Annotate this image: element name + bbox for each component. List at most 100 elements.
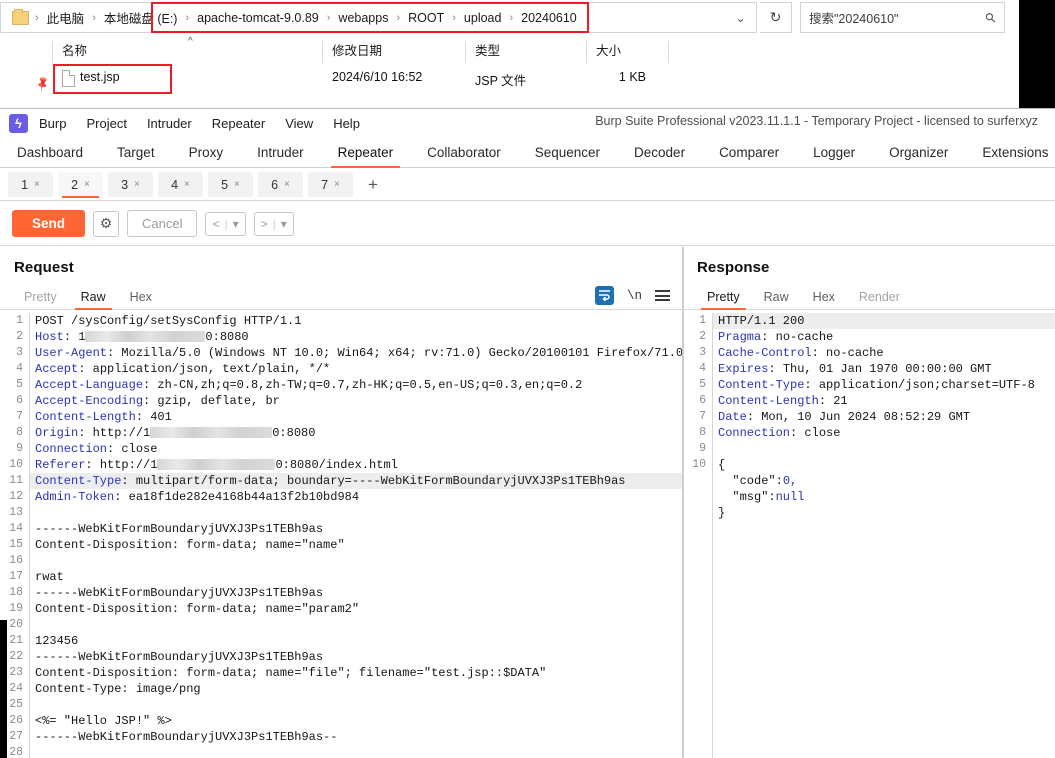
repeater-tab-5[interactable]: 5 × [208, 172, 253, 197]
close-icon[interactable]: × [84, 179, 90, 190]
tab-intruder[interactable]: Intruder [240, 138, 321, 167]
code-line[interactable] [30, 697, 682, 713]
code-line[interactable]: Accept-Language: zh-CN,zh;q=0.8,zh-TW;q=… [30, 377, 682, 393]
breadcrumb-item-3[interactable]: webapps [336, 10, 390, 26]
code-line[interactable]: "code":0, [713, 473, 1055, 489]
breadcrumb-item-1[interactable]: 本地磁盘 (E:) [102, 7, 180, 28]
repeater-tab-1[interactable]: 1 × [8, 172, 53, 197]
repeater-tab-3[interactable]: 3 × [108, 172, 153, 197]
code-line[interactable] [30, 505, 682, 521]
tab-proxy[interactable]: Proxy [172, 138, 241, 167]
code-line[interactable]: Connection: close [30, 441, 682, 457]
response-tab-hex[interactable]: Hex [801, 290, 847, 309]
gear-icon[interactable]: ⚙ [93, 210, 120, 237]
code-line[interactable]: Pragma: no-cache [713, 329, 1055, 345]
code-line[interactable]: 123456 [30, 633, 682, 649]
code-line[interactable]: Origin: http://1 0:8080 [30, 425, 682, 441]
code-line[interactable] [30, 553, 682, 569]
hamburger-menu-icon[interactable] [655, 290, 670, 301]
code-line[interactable]: { [713, 457, 1055, 473]
tab-dashboard[interactable]: Dashboard [0, 138, 100, 167]
code-line[interactable]: POST /sysConfig/setSysConfig HTTP/1.1 [30, 313, 682, 329]
cancel-button[interactable]: Cancel [127, 210, 198, 237]
breadcrumb-item-5[interactable]: upload [462, 10, 504, 26]
code-line[interactable]: Expires: Thu, 01 Jan 1970 00:00:00 GMT [713, 361, 1055, 377]
code-line[interactable]: Cache-Control: no-cache [713, 345, 1055, 361]
code-line[interactable]: ------WebKitFormBoundaryjUVXJ3Ps1TEBh9as [30, 649, 682, 665]
search-input[interactable]: 搜索"20240610" ⚲ [800, 2, 1005, 33]
chevron-down-icon[interactable]: ▾ [233, 217, 239, 231]
code-line[interactable]: Host: 1 0:8080 [30, 329, 682, 345]
file-name-cell[interactable]: test.jsp [80, 70, 120, 84]
code-line[interactable]: ------WebKitFormBoundaryjUVXJ3Ps1TEBh9as [30, 521, 682, 537]
request-tab-hex[interactable]: Hex [118, 290, 164, 309]
word-wrap-icon[interactable] [594, 286, 614, 305]
tab-logger[interactable]: Logger [796, 138, 872, 167]
tab-extensions[interactable]: Extensions [965, 138, 1055, 167]
close-icon[interactable]: × [234, 179, 240, 190]
code-line[interactable]: Content-Type: application/json;charset=U… [713, 377, 1055, 393]
code-line[interactable]: Content-Disposition: form-data; name="na… [30, 537, 682, 553]
code-line[interactable]: Content-Type: image/png [30, 681, 682, 697]
column-header-date[interactable]: 修改日期 [332, 40, 382, 59]
tab-target[interactable]: Target [100, 138, 172, 167]
response-tab-raw[interactable]: Raw [752, 290, 801, 309]
chevron-down-icon[interactable]: ⌄ [727, 3, 754, 32]
repeater-tab-7[interactable]: 7 × [308, 172, 353, 197]
breadcrumb-item-4[interactable]: ROOT [406, 10, 446, 26]
tab-organizer[interactable]: Organizer [872, 138, 965, 167]
code-line[interactable]: HTTP/1.1 200 [713, 313, 1055, 329]
code-line[interactable]: Content-Disposition: form-data; name="pa… [30, 601, 682, 617]
newline-toggle[interactable]: \n [627, 289, 642, 303]
close-icon[interactable]: × [34, 179, 40, 190]
request-tab-pretty[interactable]: Pretty [12, 290, 69, 309]
repeater-tab-6[interactable]: 6 × [258, 172, 303, 197]
tab-repeater[interactable]: Repeater [321, 138, 411, 168]
code-line[interactable]: Content-Type: multipart/form-data; bound… [30, 473, 682, 489]
table-row[interactable]: test.jsp 2024/6/10 16:52 JSP 文件 1 KB [0, 64, 1019, 94]
send-button[interactable]: Send [12, 210, 86, 237]
column-header-name[interactable]: 名称 [62, 40, 87, 59]
breadcrumb-item-2[interactable]: apache-tomcat-9.0.89 [195, 10, 321, 26]
repeater-tab-4[interactable]: 4 × [158, 172, 203, 197]
response-tab-pretty[interactable]: Pretty [695, 290, 752, 310]
code-line[interactable]: Date: Mon, 10 Jun 2024 08:52:29 GMT [713, 409, 1055, 425]
column-header-type[interactable]: 类型 [475, 40, 500, 59]
chevron-down-icon[interactable]: ▾ [281, 217, 287, 231]
close-icon[interactable]: × [334, 179, 340, 190]
tab-comparer[interactable]: Comparer [702, 138, 796, 167]
code-line[interactable]: Content-Length: 21 [713, 393, 1055, 409]
code-line[interactable] [30, 617, 682, 633]
code-line[interactable]: Referer: http://1 0:8080/index.html [30, 457, 682, 473]
tab-collaborator[interactable]: Collaborator [410, 138, 518, 167]
refresh-icon[interactable]: ↻ [760, 2, 792, 33]
code-line[interactable]: ------WebKitFormBoundaryjUVXJ3Ps1TEBh9as [30, 585, 682, 601]
tab-decoder[interactable]: Decoder [617, 138, 702, 167]
code-line[interactable]: } [713, 505, 1055, 521]
code-line[interactable]: Connection: close [713, 425, 1055, 441]
code-line[interactable]: rwat [30, 569, 682, 585]
code-line[interactable] [713, 441, 1055, 457]
request-code[interactable]: POST /sysConfig/setSysConfig HTTP/1.1 Hos… [29, 313, 682, 758]
breadcrumb-item-6[interactable]: 20240610 [519, 10, 579, 26]
code-line[interactable]: Content-Disposition: form-data; name="fi… [30, 665, 682, 681]
new-tab-button[interactable]: + [362, 175, 384, 195]
breadcrumb-item-0[interactable]: 此电脑 [45, 7, 87, 28]
code-line[interactable] [30, 745, 682, 758]
close-icon[interactable]: × [284, 179, 290, 190]
close-icon[interactable]: × [134, 179, 140, 190]
back-button[interactable]: < | ▾ [205, 211, 246, 236]
code-line[interactable]: <%= "Hello JSP!" %> [30, 713, 682, 729]
code-line[interactable]: "msg":null [713, 489, 1055, 505]
response-editor[interactable]: 1 2 3 4 5 6 7 8 9 10 HTTP/1.1 200 Pragma: no-cache… [683, 313, 1055, 758]
code-line[interactable]: Admin-Token: ea18f1de282e4168b44a13f2b10… [30, 489, 682, 505]
response-code[interactable]: HTTP/1.1 200 Pragma: no-cache Cache-Contro… [712, 313, 1055, 758]
request-tab-raw[interactable]: Raw [69, 290, 118, 310]
forward-button[interactable]: > | ▾ [253, 211, 294, 236]
tab-sequencer[interactable]: Sequencer [518, 138, 617, 167]
close-icon[interactable]: × [184, 179, 190, 190]
code-line[interactable]: Content-Length: 401 [30, 409, 682, 425]
code-line[interactable]: ------WebKitFormBoundaryjUVXJ3Ps1TEBh9as… [30, 729, 682, 745]
column-header-size[interactable]: 大小 [596, 40, 621, 59]
code-line[interactable]: Accept-Encoding: gzip, deflate, br [30, 393, 682, 409]
